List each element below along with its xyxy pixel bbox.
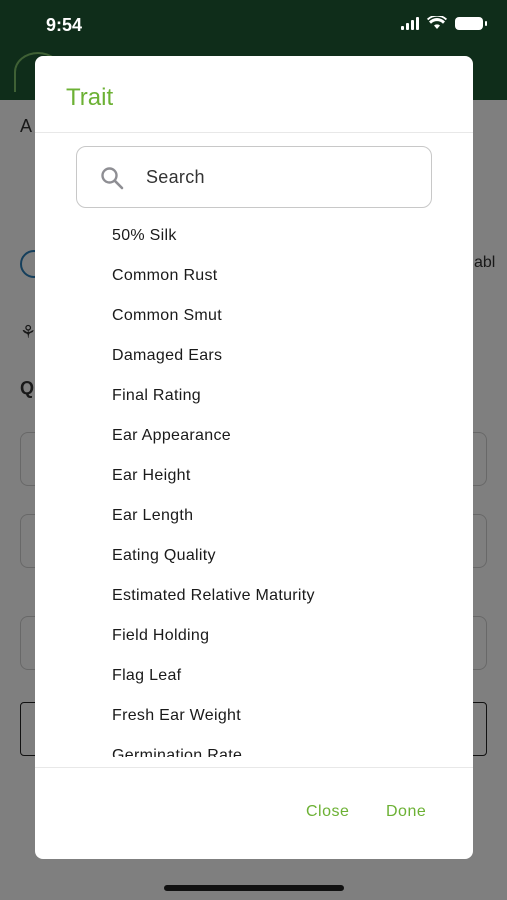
close-button[interactable]: Close <box>306 803 349 821</box>
search-input[interactable]: Search <box>76 146 432 208</box>
status-time: 9:54 <box>46 15 83 35</box>
status-icons <box>401 16 487 30</box>
search-icon <box>101 167 124 190</box>
signal-icon <box>401 16 419 30</box>
list-item[interactable]: Final Rating <box>112 387 201 405</box>
list-item[interactable]: Field Holding <box>112 627 209 645</box>
list-item[interactable]: Flag Leaf <box>112 667 181 685</box>
list-item[interactable]: Eating Quality <box>112 547 216 565</box>
list-item[interactable]: Ear Height <box>112 467 191 485</box>
done-button[interactable]: Done <box>386 803 426 821</box>
divider <box>35 132 473 133</box>
list-item[interactable]: Common Rust <box>112 267 218 285</box>
list-item[interactable]: Germination Rate <box>112 747 242 757</box>
list-item[interactable]: Estimated Relative Maturity <box>112 587 315 605</box>
list-item[interactable]: Ear Appearance <box>112 427 231 445</box>
list-item[interactable]: Common Smut <box>112 307 222 325</box>
trait-list[interactable]: 50% Silk Common Rust Common Smut Damaged… <box>35 217 473 757</box>
modal-title: Trait <box>66 84 114 111</box>
search-placeholder: Search <box>146 167 205 187</box>
battery-icon <box>455 16 487 30</box>
divider <box>35 767 473 768</box>
list-item[interactable]: 50% Silk <box>112 227 177 245</box>
wifi-icon <box>427 16 447 29</box>
trait-modal: Trait Search 50% Silk Common Rust Common… <box>35 56 473 859</box>
list-item[interactable]: Ear Length <box>112 507 193 525</box>
home-indicator[interactable] <box>164 885 344 891</box>
status-bar: 9:54 <box>0 0 507 50</box>
list-item[interactable]: Fresh Ear Weight <box>112 707 241 725</box>
list-item[interactable]: Damaged Ears <box>112 347 222 365</box>
